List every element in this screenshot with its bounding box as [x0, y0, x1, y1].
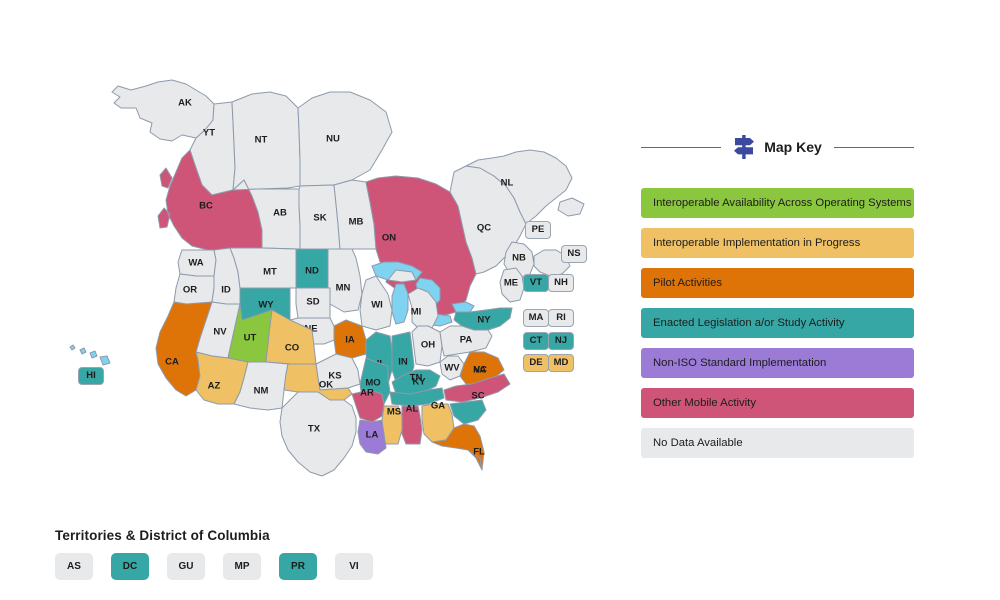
- map-key-row-label: Pilot Activities: [653, 277, 723, 289]
- map-chip-de[interactable]: DE: [523, 354, 549, 372]
- map-region-hawaii-islands: [69, 344, 111, 366]
- map-chip-vt[interactable]: VT: [523, 274, 549, 292]
- map-key-row-5[interactable]: Other Mobile Activity: [641, 388, 914, 418]
- territory-chip-mp[interactable]: MP: [223, 553, 261, 580]
- map-region-AR[interactable]: [351, 389, 385, 423]
- territory-chip-as[interactable]: AS: [55, 553, 93, 580]
- map-key-row-label: Interoperable Availability Across Operat…: [653, 197, 912, 209]
- map-region-AK[interactable]: [111, 79, 215, 142]
- map-region-SC[interactable]: [449, 399, 487, 425]
- map-region-OR[interactable]: [173, 273, 215, 305]
- map-chip-pe[interactable]: PE: [525, 221, 551, 239]
- map-region-WA[interactable]: [177, 249, 217, 277]
- map-key-row-6[interactable]: No Data Available: [641, 428, 914, 458]
- territory-chip-dc[interactable]: DC: [111, 553, 149, 580]
- territories-title: Territories & District of Columbia: [55, 528, 270, 543]
- map-key-row-label: Other Mobile Activity: [653, 397, 756, 409]
- territory-chip-gu[interactable]: GU: [167, 553, 205, 580]
- map-key-rule-left: [641, 146, 722, 148]
- map-region-LA[interactable]: [357, 419, 387, 455]
- territories-section: Territories & District of Columbia AS DC G…: [55, 528, 385, 580]
- map-region-KS[interactable]: [315, 353, 361, 391]
- map-region-NT[interactable]: [231, 91, 301, 191]
- map-chip-ri[interactable]: RI: [548, 309, 574, 327]
- map-key-rule-right: [833, 146, 915, 148]
- signpost-icon: [734, 135, 755, 159]
- lake-michigan: [391, 283, 409, 325]
- map-key-row-label: Non-ISO Standard Implementation: [653, 357, 827, 369]
- map-region-MN[interactable]: [327, 248, 363, 313]
- map-key-row-2[interactable]: Pilot Activities: [641, 268, 914, 298]
- map-key-header: Map Key: [641, 130, 915, 164]
- map-region-ME[interactable]: [499, 267, 525, 303]
- map-region-AL[interactable]: [401, 405, 423, 445]
- map-key-row-3[interactable]: Enacted Legislation a/or Study Activity: [641, 308, 914, 338]
- map-region-IA[interactable]: [333, 319, 367, 359]
- map-chip-hi[interactable]: HI: [78, 367, 104, 385]
- map-key-row-label: No Data Available: [653, 437, 743, 449]
- map-key-row-1[interactable]: Interoperable Implementation in Progress: [641, 228, 914, 258]
- territory-chip-pr[interactable]: PR: [279, 553, 317, 580]
- map-key-rows[interactable]: Interoperable Availability Across Operat…: [641, 188, 914, 458]
- map-key-row-label: Enacted Legislation a/or Study Activity: [653, 317, 845, 329]
- lake-ontario: [451, 301, 475, 313]
- map-chip-md[interactable]: MD: [548, 354, 574, 372]
- map-chip-ma[interactable]: MA: [523, 309, 549, 327]
- north-america-map[interactable]: AK YT NT NU BC AB SK MB ON QC NL NB WA O…: [0, 0, 630, 510]
- map-chip-nh[interactable]: NH: [548, 274, 574, 292]
- map-page: AK YT NT NU BC AB SK MB ON QC NL NB WA O…: [0, 0, 1000, 600]
- map-region-MT[interactable]: [229, 247, 297, 289]
- map-region-TX[interactable]: [279, 391, 357, 477]
- map-key-row-4[interactable]: Non-ISO Standard Implementation: [641, 348, 914, 378]
- map-region-OH[interactable]: [411, 325, 443, 367]
- map-key-row-label: Interoperable Implementation in Progress: [653, 237, 861, 249]
- map-region-ND[interactable]: [295, 248, 329, 289]
- territory-chip-vi[interactable]: VI: [335, 553, 373, 580]
- map-key-title: Map Key: [764, 139, 822, 155]
- map-svg[interactable]: AK YT NT NU BC AB SK MB ON QC NL NB WA O…: [0, 0, 630, 510]
- territory-chip-list[interactable]: AS DC GU MP PR VI: [55, 553, 385, 580]
- map-region-PA[interactable]: [439, 325, 493, 357]
- map-chip-ct[interactable]: CT: [523, 332, 549, 350]
- map-key-row-0[interactable]: Interoperable Availability Across Operat…: [641, 188, 914, 218]
- map-key-panel: Map Key Interoperable Availability Acros…: [641, 130, 915, 468]
- map-region-SK[interactable]: [298, 184, 341, 250]
- map-region-SD[interactable]: [295, 287, 331, 319]
- map-region-WI[interactable]: [359, 275, 393, 331]
- map-region-NU[interactable]: [297, 91, 393, 187]
- map-chip-ns[interactable]: NS: [561, 245, 587, 263]
- map-chip-nj[interactable]: NJ: [548, 332, 574, 350]
